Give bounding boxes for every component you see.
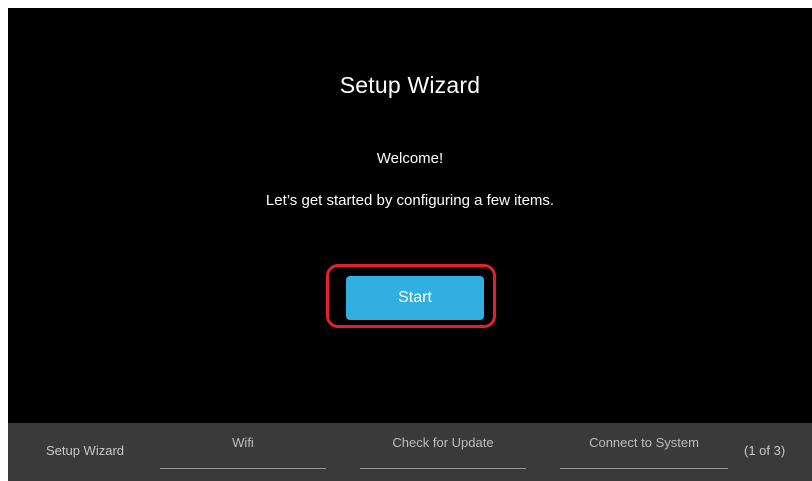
page-indicator: (1 of 3): [744, 443, 786, 458]
wizard-step-bar: Setup Wizard Wifi Check for Update Conne…: [8, 423, 812, 481]
step-label: Wifi: [232, 435, 254, 450]
intro-text: Let’s get started by configuring a few i…: [265, 192, 555, 209]
welcome-text: Welcome!: [376, 150, 444, 167]
wizard-content: Setup Wizard Welcome! Let’s get started …: [8, 8, 812, 423]
step-label: Check for Update: [392, 435, 494, 450]
setup-wizard-screen: Setup Wizard Welcome! Let’s get started …: [8, 8, 812, 481]
step-check-for-update: Check for Update: [360, 435, 526, 450]
step-check-for-update-underline: [360, 468, 526, 469]
step-connect-to-system-underline: [560, 468, 728, 469]
step-wifi-underline: [160, 468, 326, 469]
step-connect-to-system: Connect to System: [560, 435, 728, 450]
start-button[interactable]: Start: [346, 276, 484, 320]
step-setup-wizard: Setup Wizard: [26, 443, 144, 458]
step-label: Setup Wizard: [45, 443, 125, 458]
step-wifi: Wifi: [160, 435, 326, 450]
page-title: Setup Wizard: [339, 72, 481, 98]
step-label: Connect to System: [589, 435, 699, 450]
